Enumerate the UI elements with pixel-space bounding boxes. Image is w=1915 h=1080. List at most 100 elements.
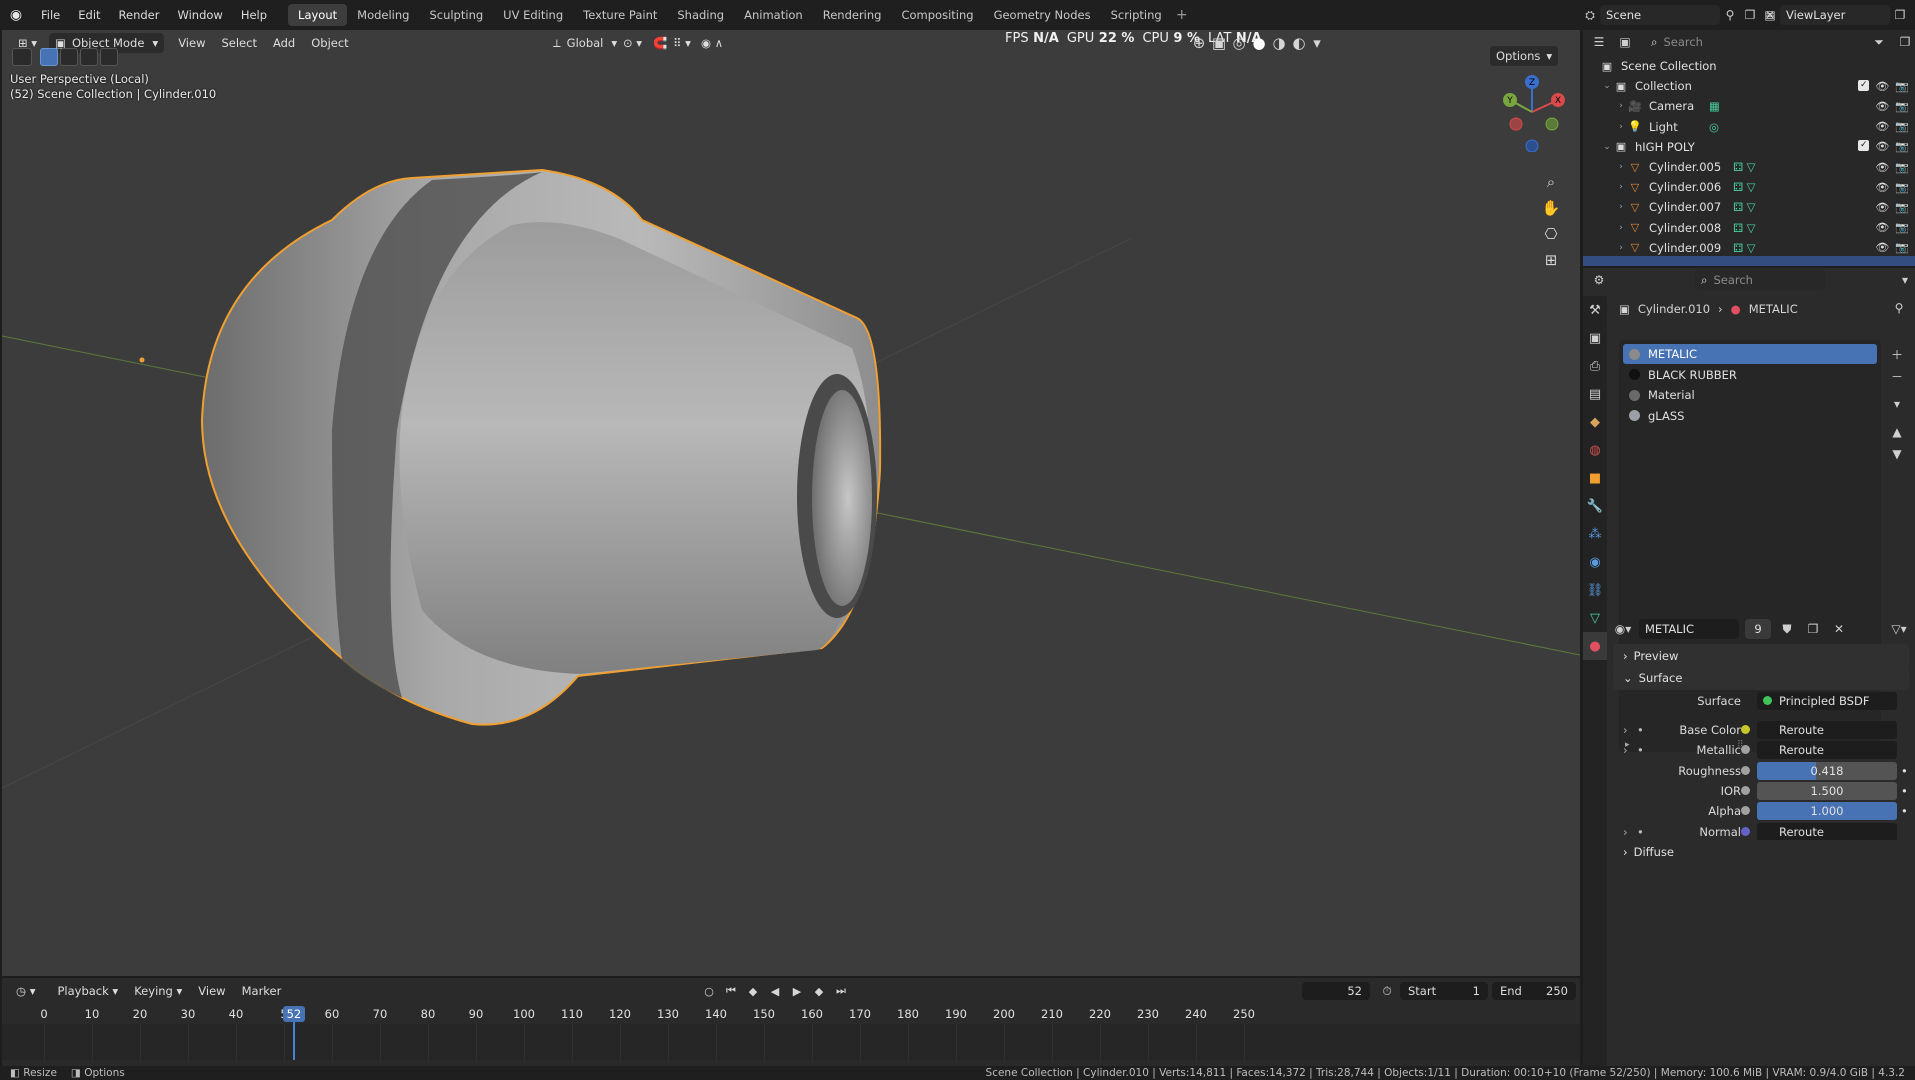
outliner-row-selected[interactable] (1583, 256, 1915, 266)
fake-user-icon[interactable]: ⛊ (1777, 619, 1797, 639)
select-box-tool-icon[interactable] (12, 48, 32, 66)
render-camera-icon[interactable]: 📷 (1895, 241, 1909, 254)
3d-viewport[interactable]: ⊞ ▾ ▣ Object Mode ▾ View Select Add Object … (2, 30, 1580, 976)
view-layer-tab-icon[interactable]: ▤ (1583, 380, 1607, 408)
material-slot[interactable]: gLASS (1623, 406, 1877, 426)
shader-input-field[interactable]: 1.500 (1741, 782, 1897, 800)
tab-animation[interactable]: Animation (734, 4, 813, 26)
properties-editor[interactable]: ⚙ ⌕ Search ▾ ⚒ ▣ ⎙ ▤ ◆ ◍ ■ 🔧 ⁂ ◉ ⛓ ▽ ● ▣… (1583, 268, 1915, 1066)
pin-icon[interactable]: ⚲ (1889, 298, 1909, 318)
eye-icon[interactable]: 👁 (1875, 120, 1889, 133)
material-name-field[interactable]: METALIC (1639, 619, 1739, 639)
shader-input-field[interactable]: Reroute (1741, 741, 1897, 759)
overlay-icon[interactable]: ⊕ (1190, 31, 1208, 55)
scene-tab-icon[interactable]: ◆ (1583, 408, 1607, 436)
outliner-row[interactable]: › ▽ Cylinder.007 👁 📷 ⚃ ▽ (1583, 197, 1915, 217)
timeline-editor-type-button[interactable]: ◷ ▾ (10, 981, 41, 1001)
tab-scripting[interactable]: Scripting (1101, 4, 1172, 26)
eye-icon[interactable]: 👁 (1875, 201, 1889, 214)
chevron-right-icon[interactable]: › (1615, 243, 1627, 253)
preview-panel-header[interactable]: › Preview (1613, 644, 1909, 668)
new-view-layer-icon[interactable]: ❐ (1890, 5, 1910, 25)
physics-tab-icon[interactable]: ◉ (1583, 548, 1607, 576)
render-camera-icon[interactable]: 📷 (1895, 120, 1909, 133)
tab-modeling[interactable]: Modeling (347, 4, 419, 26)
render-camera-icon[interactable]: 📷 (1895, 140, 1909, 153)
render-camera-icon[interactable]: 📷 (1895, 181, 1909, 194)
chevron-right-icon[interactable]: › (1615, 101, 1627, 111)
render-camera-icon[interactable]: 📷 (1895, 80, 1909, 93)
subtract-selection-mode-icon[interactable] (80, 48, 98, 66)
menu-file[interactable]: File (32, 4, 69, 26)
viewport-menu-object[interactable]: Object (303, 36, 356, 50)
chevron-down-icon[interactable]: ▾ (1895, 270, 1915, 290)
next-keyframe-icon[interactable]: ◆ (810, 979, 828, 1003)
scene-name-field[interactable]: Scene (1600, 5, 1720, 25)
chevron-right-icon[interactable]: › (1615, 223, 1627, 233)
outliner-row[interactable]: ⌄ ▣ hIGH POLY ✓ 👁 📷 (1583, 137, 1915, 157)
pivot-point-button[interactable]: ⊙ ▾ (617, 33, 648, 53)
chevron-right-icon[interactable]: › (1623, 743, 1628, 757)
snap-options-button[interactable]: ⠿ ▾ (667, 33, 697, 53)
shader-input-field[interactable]: 0.418 (1741, 762, 1897, 780)
timeline-menu-keying[interactable]: Keying ▾ (126, 984, 190, 998)
material-tab-icon[interactable]: ● (1583, 632, 1607, 660)
timeline-menu-marker[interactable]: Marker (234, 984, 290, 998)
viewport-menu-select[interactable]: Select (213, 36, 264, 50)
shader-input-field[interactable]: Reroute (1741, 823, 1897, 841)
xray-icon[interactable]: ▣ (1210, 31, 1228, 55)
chevron-down-icon[interactable]: ⌄ (1601, 81, 1613, 91)
menu-window[interactable]: Window (168, 4, 231, 26)
eye-icon[interactable]: 👁 (1875, 80, 1889, 93)
timeline-menu-playback[interactable]: Playback ▾ (49, 984, 126, 998)
viewport-menu-add[interactable]: Add (265, 36, 303, 50)
shader-input-field[interactable]: Reroute (1741, 721, 1897, 739)
tab-sculpting[interactable]: Sculpting (419, 4, 493, 26)
constraints-tab-icon[interactable]: ⛓ (1583, 576, 1607, 604)
menu-render[interactable]: Render (110, 4, 169, 26)
timeline-ruler[interactable]: 0102030405607080901001101201301401501601… (2, 1004, 1580, 1024)
eye-icon[interactable]: 👁 (1875, 241, 1889, 254)
outliner-row[interactable]: ⌄ ▣ Collection ✓ 👁 📷 (1583, 76, 1915, 96)
set-selection-mode-icon[interactable] (40, 48, 58, 66)
keyframe-dot-icon[interactable]: • (1901, 804, 1908, 818)
keyframe-dot-icon[interactable]: • (1901, 764, 1908, 778)
start-frame-field[interactable]: Start 1 (1400, 982, 1488, 1000)
outliner-row[interactable]: › ▽ Cylinder.006 👁 📷 ⚃ ▽ (1583, 177, 1915, 197)
timeline-editor[interactable]: ◷ ▾ Playback ▾ Keying ▾ View Marker ○ ⏮ ◆ ◀… (2, 978, 1580, 1066)
pin-icon[interactable]: ⚲ (1720, 5, 1740, 25)
view-layer-field[interactable]: ViewLayer (1780, 5, 1890, 25)
solid-shading-icon[interactable]: ● (1250, 31, 1268, 55)
eye-icon[interactable]: 👁 (1875, 161, 1889, 174)
navigation-gizmo[interactable]: Z X Y (1492, 72, 1572, 152)
specials-menu-button[interactable]: ▾ (1887, 394, 1907, 414)
outliner-row[interactable]: › 💡 Light 👁 📷 ◎ (1583, 117, 1915, 137)
chevron-down-icon[interactable]: ▾ (1310, 31, 1324, 55)
prev-keyframe-icon[interactable]: ◆ (744, 979, 762, 1003)
camera-view-icon[interactable]: ⎔ (1539, 222, 1563, 246)
outliner-row[interactable]: › ▽ Cylinder.009 👁 📷 ⚃ ▽ (1583, 238, 1915, 258)
jump-start-icon[interactable]: ⏮ (722, 979, 740, 1003)
extend-selection-mode-icon[interactable] (60, 48, 78, 66)
current-frame-field[interactable]: 52 (1302, 982, 1370, 1000)
duplicate-material-icon[interactable]: ❐ (1803, 619, 1823, 639)
stopwatch-icon[interactable]: ⏱ (1378, 979, 1396, 1003)
display-mode-icon[interactable]: ▣ (1615, 32, 1635, 52)
jump-end-icon[interactable]: ⏭ (832, 979, 850, 1003)
blender-logo-icon[interactable]: ◉ (0, 0, 32, 30)
perspective-toggle-icon[interactable]: ⊞ (1539, 248, 1563, 272)
render-camera-icon[interactable]: 📷 (1895, 161, 1909, 174)
tab-rendering[interactable]: Rendering (813, 4, 892, 26)
delete-view-layer-icon[interactable]: ✕ (1910, 5, 1915, 25)
chevron-down-icon[interactable]: ⌄ (1601, 142, 1613, 152)
options-dropdown[interactable]: Options ▾ (1490, 46, 1559, 66)
outliner-row[interactable]: › ▽ Cylinder.005 👁 📷 ⚃ ▽ (1583, 157, 1915, 177)
material-slot[interactable]: METALIC (1623, 344, 1877, 364)
eye-icon[interactable]: 👁 (1875, 221, 1889, 234)
proportional-edit-toggle[interactable]: ◉ ∧ (695, 33, 729, 53)
intersect-selection-mode-icon[interactable] (100, 48, 118, 66)
auto-keying-icon[interactable]: ○ (700, 979, 718, 1003)
view-layer-icon[interactable]: ▤ (1760, 5, 1780, 25)
modifier-tab-icon[interactable]: 🔧 (1583, 492, 1607, 520)
rendered-shading-icon[interactable]: ◐ (1290, 31, 1308, 55)
